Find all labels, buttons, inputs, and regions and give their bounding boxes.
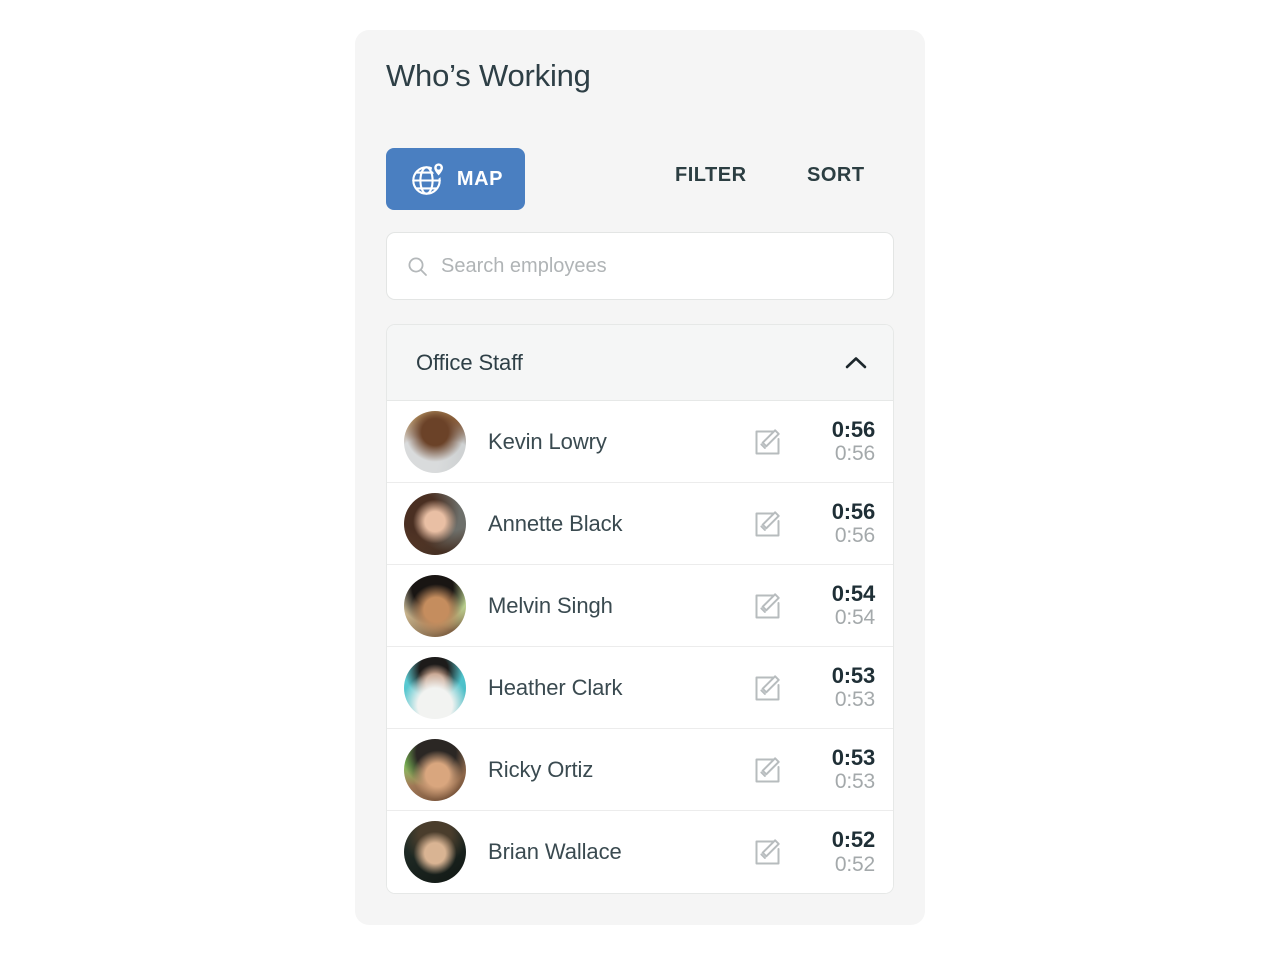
time-total: 0:53 bbox=[831, 744, 875, 770]
action-bar: MAP FILTER SORT bbox=[386, 148, 894, 210]
group-title: Office Staff bbox=[416, 349, 523, 375]
employee-list-card: Office Staff Kevin Lowry 0:56 0:56 Annet… bbox=[386, 324, 894, 894]
avatar-annette-black bbox=[404, 492, 466, 555]
time-total: 0:53 bbox=[831, 662, 875, 688]
avatar-ricky-ortiz bbox=[404, 738, 466, 801]
table-row[interactable]: Brian Wallace 0:52 0:52 bbox=[387, 811, 893, 893]
table-row[interactable]: Ricky Ortiz 0:53 0:53 bbox=[387, 729, 893, 811]
time-cell: 0:53 0:53 bbox=[803, 664, 875, 711]
search-input[interactable] bbox=[441, 233, 873, 299]
avatar-melvin-singh bbox=[404, 574, 466, 637]
employee-name: Heather Clark bbox=[488, 674, 623, 700]
screen: Who’s Working MAP FILTER SORT Search emp… bbox=[0, 0, 1280, 960]
time-cell: 0:52 0:52 bbox=[803, 828, 875, 875]
table-row[interactable]: Annette Black 0:56 0:56 bbox=[387, 483, 893, 565]
employee-name: Melvin Singh bbox=[488, 592, 613, 618]
employee-name: Annette Black bbox=[488, 510, 623, 536]
chevron-up-icon[interactable] bbox=[841, 348, 871, 378]
time-sub: 0:54 bbox=[834, 606, 875, 630]
employee-name: Brian Wallace bbox=[488, 839, 622, 864]
search-box[interactable] bbox=[386, 232, 894, 300]
edit-pencil-icon[interactable] bbox=[751, 425, 785, 459]
employee-name: Kevin Lowry bbox=[488, 428, 607, 454]
edit-pencil-icon[interactable] bbox=[751, 835, 785, 869]
time-sub: 0:53 bbox=[834, 688, 875, 712]
employee-rows: Kevin Lowry 0:56 0:56 Annette Black 0:56… bbox=[387, 401, 893, 893]
employee-name: Ricky Ortiz bbox=[488, 756, 594, 782]
time-total: 0:56 bbox=[831, 416, 875, 442]
edit-pencil-icon[interactable] bbox=[751, 671, 785, 705]
time-cell: 0:53 0:53 bbox=[803, 746, 875, 793]
time-cell: 0:56 0:56 bbox=[803, 418, 875, 465]
avatar-heather-clark bbox=[404, 656, 466, 719]
avatar-kevin-lowry bbox=[404, 410, 466, 473]
time-sub: 0:56 bbox=[834, 442, 875, 466]
time-total: 0:54 bbox=[831, 580, 875, 606]
whos-working-panel: Who’s Working MAP FILTER SORT Search emp… bbox=[355, 30, 925, 925]
sort-button[interactable]: SORT bbox=[807, 164, 865, 187]
table-row[interactable]: Heather Clark 0:53 0:53 bbox=[387, 647, 893, 729]
time-sub: 0:53 bbox=[834, 770, 875, 794]
time-cell: 0:54 0:54 bbox=[803, 582, 875, 629]
time-cell: 0:56 0:56 bbox=[803, 500, 875, 547]
edit-pencil-icon[interactable] bbox=[751, 589, 785, 623]
avatar-brian-wallace bbox=[404, 821, 466, 883]
filter-button[interactable]: FILTER bbox=[675, 164, 747, 187]
time-sub: 0:52 bbox=[834, 852, 875, 876]
time-sub: 0:56 bbox=[834, 524, 875, 548]
group-header-office-staff[interactable]: Office Staff bbox=[387, 325, 893, 401]
page-title: Who’s Working bbox=[386, 58, 591, 93]
map-button-label: MAP bbox=[456, 168, 504, 190]
table-row[interactable]: Kevin Lowry 0:56 0:56 bbox=[387, 401, 893, 483]
search-icon bbox=[407, 256, 428, 277]
edit-pencil-icon[interactable] bbox=[751, 753, 785, 787]
globe-pin-icon bbox=[408, 159, 448, 199]
map-button[interactable]: MAP bbox=[386, 148, 525, 210]
time-total: 0:56 bbox=[831, 498, 875, 524]
edit-pencil-icon[interactable] bbox=[751, 507, 785, 541]
table-row[interactable]: Melvin Singh 0:54 0:54 bbox=[387, 565, 893, 647]
time-total: 0:52 bbox=[831, 827, 875, 853]
